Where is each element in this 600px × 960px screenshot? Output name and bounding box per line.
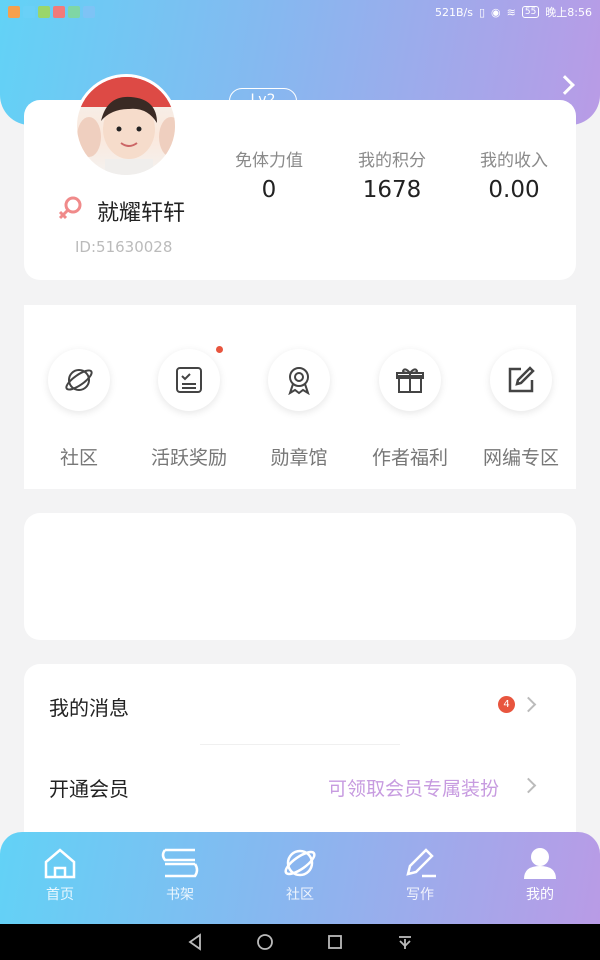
- tab-label: 社区: [286, 887, 314, 903]
- user-icon: [524, 848, 556, 879]
- list-item-title: 我的消息: [49, 696, 129, 720]
- home-nav-icon[interactable]: [256, 933, 274, 951]
- stat-label: 免体力值: [235, 151, 303, 171]
- chevron-right-icon: [520, 777, 537, 794]
- app-icon-6: [83, 6, 95, 18]
- wifi-icon: ≋: [506, 5, 516, 19]
- bottom-tab-bar: 首页 书架 社区 写作 我的: [0, 832, 600, 924]
- menu-icon-circle: [379, 349, 441, 411]
- eye-icon: ◉: [491, 5, 501, 19]
- tab-label: 书架: [166, 887, 194, 903]
- menu-label: 活跃奖励: [150, 447, 227, 469]
- menu-item-community[interactable]: 社区: [24, 349, 134, 470]
- menu-icon-circle: [490, 349, 552, 411]
- stat-points[interactable]: 我的积分 1678: [337, 146, 447, 203]
- menu-item-medals[interactable]: 勋章馆: [244, 349, 354, 470]
- banner-placeholder: [24, 513, 576, 640]
- status-bar: 521B/s ▯ ◉ ≋ 55 晚上8:56: [0, 0, 600, 24]
- stat-value: 0: [261, 177, 277, 203]
- tab-label: 我的: [526, 887, 554, 903]
- pen-icon: [406, 848, 436, 878]
- list-item-messages[interactable]: 我的消息 4: [24, 664, 576, 724]
- tab-label: 首页: [46, 887, 74, 903]
- menu-label: 作者福利: [371, 447, 448, 469]
- level-badge: Lv2: [229, 88, 297, 114]
- menu-item-active-reward[interactable]: 活跃奖励: [134, 346, 244, 470]
- medal-icon: [288, 367, 310, 395]
- back-icon[interactable]: [186, 933, 204, 951]
- user-id: ID:51630028: [75, 238, 173, 256]
- stat-label: 我的积分: [358, 151, 426, 171]
- menu-icon-circle: [158, 346, 223, 411]
- app-icon-4: [53, 6, 65, 18]
- feature-menu: 社区 活跃奖励 勋章馆 作者福利 网编专区: [24, 305, 576, 489]
- stat-value: 1678: [362, 177, 422, 203]
- stat-stamina[interactable]: 免体力值 0: [214, 146, 324, 203]
- list-item-title: 开通会员: [49, 777, 129, 801]
- recents-icon[interactable]: [326, 933, 344, 951]
- avatar[interactable]: [74, 74, 178, 178]
- menu-item-author-benefits[interactable]: 作者福利: [355, 349, 465, 470]
- network-speed: 521B/s: [434, 5, 473, 19]
- tab-me[interactable]: 我的: [480, 846, 600, 904]
- planet-icon: [284, 849, 316, 877]
- checklist-icon: [176, 367, 202, 393]
- tab-home[interactable]: 首页: [0, 846, 120, 904]
- stat-income[interactable]: 我的收入 0.00: [459, 146, 569, 203]
- home-icon: [44, 848, 76, 879]
- female-icon: [58, 196, 82, 220]
- bookshelf-icon: [161, 848, 199, 878]
- edit-square-icon: [508, 366, 535, 393]
- vibrate-icon: ▯: [478, 5, 486, 19]
- status-time: 晚上8:56: [545, 6, 592, 19]
- unread-badge: 4: [498, 696, 515, 713]
- notification-icons: [8, 6, 95, 18]
- stat-label: 我的收入: [480, 151, 548, 171]
- chevron-right-icon: [520, 696, 537, 713]
- app-icon-3: [38, 6, 50, 18]
- system-navigation-bar: [0, 924, 600, 960]
- menu-label: 社区: [59, 447, 98, 469]
- menu-label: 网编专区: [482, 447, 559, 469]
- stat-value: 0.00: [488, 177, 540, 203]
- menu-icon-circle: [48, 349, 110, 411]
- username: 就耀轩轩: [97, 201, 186, 226]
- tab-bookshelf[interactable]: 书架: [120, 846, 240, 904]
- app-icon-5: [68, 6, 80, 18]
- app-icon-2: [23, 6, 35, 18]
- vip-subtitle: 可领取会员专属装扮: [327, 778, 499, 800]
- menu-icon-circle: [268, 349, 330, 411]
- gift-icon: [396, 368, 424, 393]
- battery-icon: 55: [521, 6, 540, 18]
- app-icon-1: [8, 6, 20, 18]
- pull-down-icon[interactable]: [396, 933, 414, 951]
- menu-label: 勋章馆: [270, 447, 328, 469]
- menu-item-editor-zone[interactable]: 网编专区: [466, 349, 576, 470]
- notification-dot: [216, 346, 223, 353]
- tab-write[interactable]: 写作: [360, 846, 480, 904]
- tab-community[interactable]: 社区: [240, 846, 360, 904]
- tab-label: 写作: [406, 887, 434, 903]
- planet-icon: [65, 369, 93, 391]
